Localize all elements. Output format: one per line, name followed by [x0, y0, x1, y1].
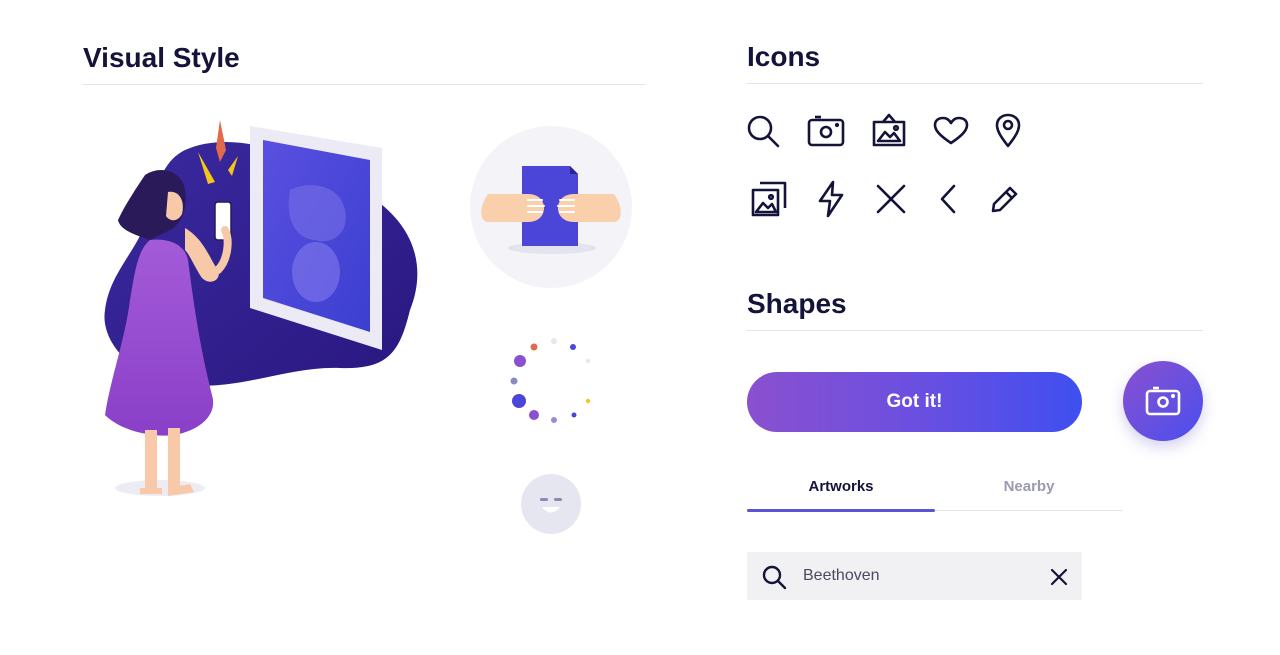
shapes-divider [747, 330, 1203, 331]
visual-style-title: Visual Style [83, 42, 240, 73]
visual-style-divider [83, 84, 645, 85]
close-icon [875, 183, 907, 215]
icons-title: Icons [747, 41, 821, 72]
tab-active-indicator [747, 509, 935, 512]
search-icon [761, 564, 787, 590]
clear-search-icon[interactable] [1050, 568, 1068, 586]
search-bar [747, 552, 1082, 600]
icons-divider [747, 83, 1203, 84]
image-frame-icon [871, 112, 907, 148]
camera-icon [807, 114, 845, 148]
chevron-left-icon [938, 184, 960, 214]
heart-icon [933, 116, 969, 146]
loading-spinner [500, 332, 600, 432]
shapes-title: Shapes [747, 288, 847, 319]
got-it-button[interactable]: Got it! [747, 372, 1082, 432]
tab-nearby[interactable]: Nearby [935, 478, 1123, 512]
gallery-icon [751, 181, 787, 217]
tab-artworks-label: Artworks [808, 478, 874, 495]
got-it-label: Got it! [886, 391, 943, 412]
tab-nearby-label: Nearby [1003, 478, 1055, 495]
search-icon [745, 113, 781, 149]
camera-fab-button[interactable] [1123, 361, 1203, 441]
search-input[interactable] [803, 552, 1033, 600]
hands-illustration [470, 126, 632, 288]
hero-illustration [90, 110, 430, 510]
smiley-avatar [521, 474, 581, 534]
camera-icon [1145, 386, 1181, 416]
lightning-icon [817, 180, 845, 218]
location-pin-icon [995, 113, 1021, 149]
pencil-icon [990, 184, 1020, 214]
tab-artworks[interactable]: Artworks [747, 478, 935, 512]
